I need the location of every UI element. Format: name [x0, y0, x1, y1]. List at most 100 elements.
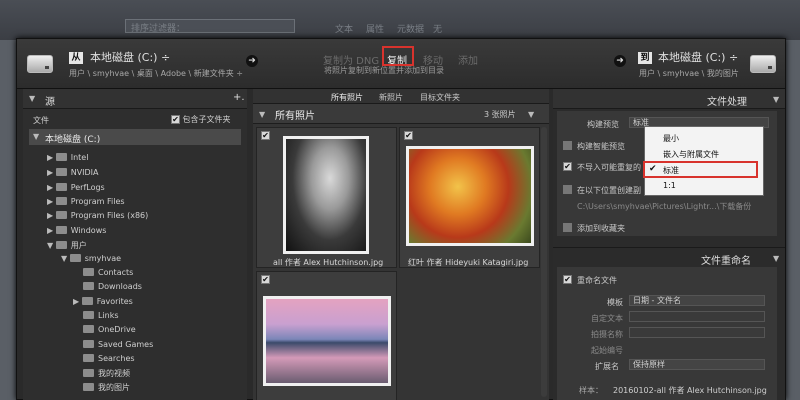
file-rename-section: ✔ 重命名文件 模板 日期 - 文件名 自定文本 拍摄名称 起始编号 扩展名 保… [557, 267, 777, 400]
mode-highlight [382, 46, 414, 66]
second-copy-checkbox[interactable] [563, 185, 572, 194]
rename-files-label: 重命名文件 [577, 276, 617, 285]
sort-menu-icon[interactable]: ▼ [528, 110, 534, 119]
tree-row[interactable]: ▶ Favorites [73, 296, 133, 306]
tab-target-folder[interactable]: 目标文件夹 [420, 92, 460, 103]
template-select[interactable]: 日期 - 文件名 [629, 295, 765, 306]
source-disk-select[interactable]: 本地磁盘 (C:) ÷ [90, 49, 170, 65]
filter-none: 无 [433, 25, 443, 35]
custom-text-label: 自定文本 [591, 314, 623, 323]
file-handling-title: 文件处理 [707, 97, 747, 108]
files-label: 文件 [33, 116, 49, 125]
photo-checkbox[interactable]: ✔ [404, 131, 413, 140]
photo-checkbox[interactable]: ✔ [261, 131, 270, 140]
photo-cell-1[interactable]: ✔ all 作者 Alex Hutchinson.jpg [256, 127, 397, 268]
smart-preview-label: 构建智能预览 [577, 142, 625, 151]
source-header: ▼ 源 +. [23, 89, 247, 109]
dest-path[interactable]: 用户 \ smyhvae \ 我的图片 [639, 68, 739, 79]
tree-row[interactable]: Searches [83, 353, 135, 363]
include-subfolders-checkbox[interactable]: ✔ 包含子文件夹 [171, 114, 231, 125]
photo-checkbox[interactable]: ✔ [261, 275, 270, 284]
custom-text-input[interactable] [629, 311, 765, 322]
folder-icon [55, 225, 67, 234]
folder-icon [83, 310, 94, 319]
tree-row[interactable]: Downloads [83, 281, 142, 291]
filter-text: 文本 [335, 25, 354, 35]
filter-attr: 属性 [366, 25, 385, 35]
filter-label: 排序过滤器： [131, 24, 186, 34]
tree-row[interactable]: ▶ Intel [47, 152, 88, 162]
no-duplicates-label: 不导入可能重复的 [577, 163, 641, 172]
add-source-button[interactable]: +. [233, 92, 245, 103]
tree-row[interactable]: 我的视频 [83, 368, 130, 379]
expand-triangle-icon[interactable]: ▼ [33, 132, 39, 141]
shoot-name-input[interactable] [629, 327, 765, 338]
tree-row[interactable]: ▶ NVIDIA [47, 167, 99, 177]
tree-row[interactable]: ▼ smyhvae [61, 253, 121, 263]
no-duplicates-checkbox[interactable]: ✔ [563, 162, 572, 171]
tree-row[interactable]: Links [83, 310, 119, 320]
source-title: 源 [45, 97, 55, 108]
mode-add[interactable]: 添加 [458, 52, 478, 67]
folder-icon [55, 167, 67, 176]
photo-count: 3 张照片 [484, 110, 516, 119]
tree-row[interactable]: Contacts [83, 267, 133, 277]
photo-grid-panel: 所有照片 新照片 目标文件夹 ▼ 所有照片 3 张照片 ▼ ✔ all 作者 A… [253, 89, 549, 400]
tree-row[interactable]: ▶ Program Files (x86) [47, 210, 148, 220]
tree-row[interactable]: ▶ Windows [47, 225, 106, 235]
import-topbar: 从 本地磁盘 (C:) ÷ 用户 \ smyhvae \ 桌面 \ Adobe … [17, 39, 785, 89]
photo-cell-3[interactable]: ✔ [256, 271, 397, 400]
folder-icon [81, 296, 93, 305]
empty-cell [399, 271, 540, 400]
build-preview-label: 构建预览 [587, 120, 619, 129]
filter-meta: 元数据 [397, 25, 425, 35]
folder-icon [83, 368, 94, 377]
add-collection-checkbox[interactable] [563, 223, 572, 232]
tree-row[interactable]: ▶ Program Files [47, 196, 125, 206]
rename-files-checkbox[interactable]: ✔ [563, 275, 572, 284]
dropdown-option[interactable]: 1:1 [663, 181, 676, 190]
grid-tabs: 所有照片 新照片 目标文件夹 [253, 89, 549, 104]
extension-select[interactable]: 保持原样 [629, 359, 765, 370]
collapse-triangle-icon[interactable]: ▼ [773, 254, 779, 263]
background-toolbar: 排序过滤器： 文本 属性 元数据 无 [0, 0, 800, 40]
collapse-triangle-icon[interactable]: ▼ [259, 110, 265, 119]
folder-icon [83, 267, 94, 276]
photo-thumbnail [283, 136, 369, 254]
import-dialog: 从 本地磁盘 (C:) ÷ 用户 \ smyhvae \ 桌面 \ Adobe … [16, 38, 786, 400]
second-copy-label: 在以下位置创建副 [577, 186, 641, 195]
dropdown-option[interactable]: 最小 [663, 133, 679, 144]
extension-label: 扩展名 [595, 362, 619, 371]
selected-option-highlight [643, 161, 758, 178]
source-path[interactable]: 用户 \ smyhvae \ 桌面 \ Adobe \ 新建文件夹 ÷ [69, 68, 243, 79]
dropdown-option[interactable]: 嵌入与附属文件 [663, 149, 719, 160]
tree-row[interactable]: 我的图片 [83, 382, 130, 393]
grid-scrollbar[interactable] [541, 127, 547, 397]
folder-icon [83, 324, 94, 333]
file-rename-title: 文件重命名 [701, 256, 751, 267]
tab-new-photos[interactable]: 新照片 [379, 92, 403, 103]
folder-icon [83, 281, 94, 290]
folder-icon [55, 182, 67, 191]
drive-row[interactable]: ▼ 本地磁盘 (C:) [29, 129, 241, 145]
smart-preview-checkbox[interactable] [563, 141, 572, 150]
dest-disk-select[interactable]: 本地磁盘 (C:) ÷ [658, 49, 738, 65]
arrow-right-icon: ➜ [246, 55, 258, 67]
tree-row[interactable]: ▶ PerfLogs [47, 182, 105, 192]
photo-thumbnail [406, 146, 534, 246]
checkbox-icon: ✔ [171, 115, 180, 124]
photo-cell-2[interactable]: ✔ 红叶 作者 Hideyuki Katagiri.jpg [399, 127, 540, 268]
tab-all-photos[interactable]: 所有照片 [331, 92, 363, 103]
tree-row[interactable]: ▼ 用户 [47, 240, 87, 251]
file-rename-header: 文件重命名 ▼ [553, 247, 785, 267]
photo-caption: all 作者 Alex Hutchinson.jpg [273, 258, 384, 267]
arrow-right-icon: ➜ [614, 55, 626, 67]
tree-row[interactable]: OneDrive [83, 324, 136, 334]
collapse-triangle-icon[interactable]: ▼ [29, 94, 35, 103]
folder-icon [83, 339, 94, 348]
folder-icon [55, 196, 67, 205]
grid-header: ▼ 所有照片 3 张照片 ▼ [253, 104, 549, 124]
source-disk-icon [27, 55, 53, 73]
collapse-triangle-icon[interactable]: ▼ [773, 95, 779, 104]
tree-row[interactable]: Saved Games [83, 339, 153, 349]
